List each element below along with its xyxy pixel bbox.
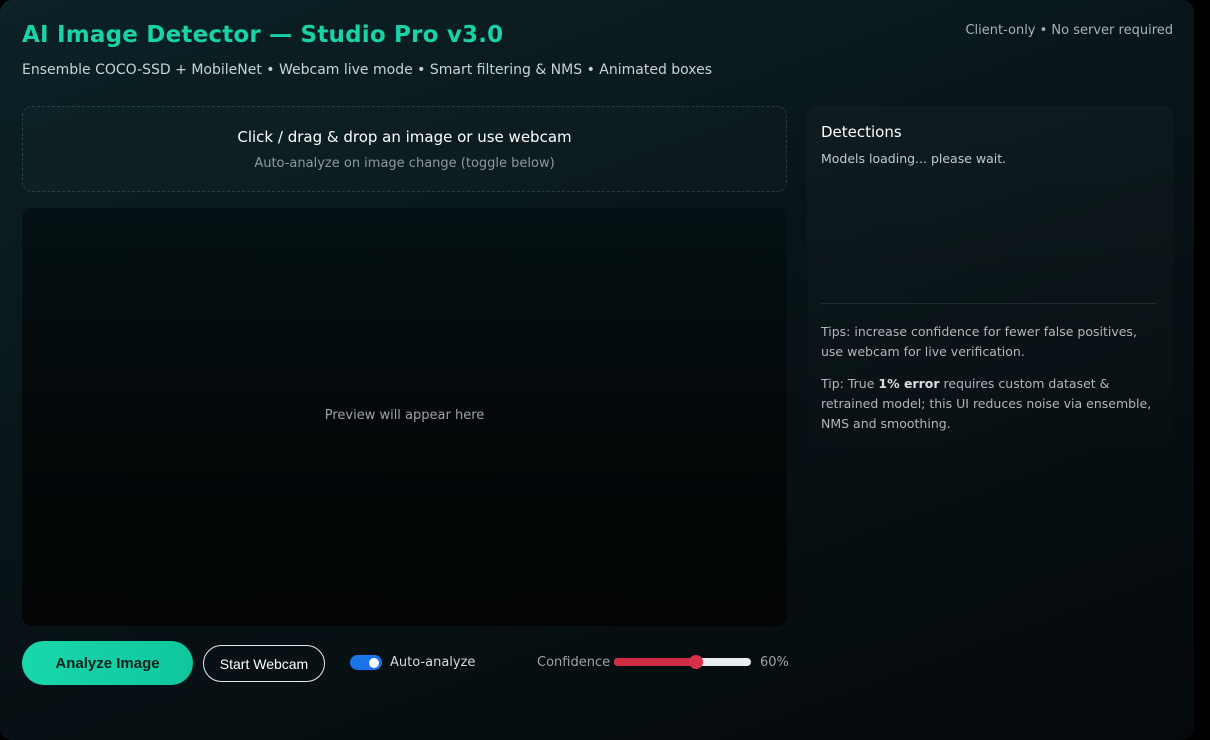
page-subtitle: Ensemble COCO-SSD + MobileNet • Webcam l… bbox=[22, 62, 713, 78]
slider-thumb[interactable] bbox=[689, 655, 704, 669]
confidence-value: 60% bbox=[760, 655, 789, 670]
confidence-slider[interactable] bbox=[614, 655, 751, 669]
detections-status: Models loading... please wait. bbox=[821, 151, 1007, 166]
tip-confidence: Tips: increase confidence for fewer fals… bbox=[821, 324, 1137, 359]
start-webcam-button[interactable]: Start Webcam bbox=[203, 645, 325, 682]
preview-placeholder: Preview will appear here bbox=[324, 408, 485, 423]
tip-error: Tip: True 1% error requires custom datas… bbox=[821, 374, 1157, 434]
client-only-note: Client-only • No server required bbox=[965, 23, 1173, 38]
auto-analyze-toggle[interactable] bbox=[350, 655, 382, 670]
dropzone-title: Click / drag & drop an image or use webc… bbox=[237, 128, 572, 146]
divider bbox=[821, 303, 1157, 304]
detections-title: Detections bbox=[821, 123, 902, 141]
confidence-label: Confidence bbox=[537, 655, 611, 670]
app-window: AI Image Detector — Studio Pro v3.0 Ense… bbox=[0, 0, 1194, 740]
auto-analyze-label: Auto-analyze bbox=[390, 655, 476, 670]
preview-area: Preview will appear here bbox=[22, 208, 787, 626]
analyze-image-button[interactable]: Analyze Image bbox=[22, 641, 193, 685]
toggle-knob bbox=[369, 657, 379, 668]
image-dropzone[interactable]: Click / drag & drop an image or use webc… bbox=[22, 106, 787, 192]
slider-fill bbox=[614, 658, 697, 666]
detections-panel: Detections Models loading... please wait… bbox=[807, 106, 1173, 446]
page-title: AI Image Detector — Studio Pro v3.0 bbox=[22, 22, 504, 48]
dropzone-subtitle: Auto-analyze on image change (toggle bel… bbox=[254, 156, 555, 171]
tip-error-bold: 1% error bbox=[878, 376, 940, 391]
tip-error-prefix: Tip: True bbox=[821, 376, 879, 391]
